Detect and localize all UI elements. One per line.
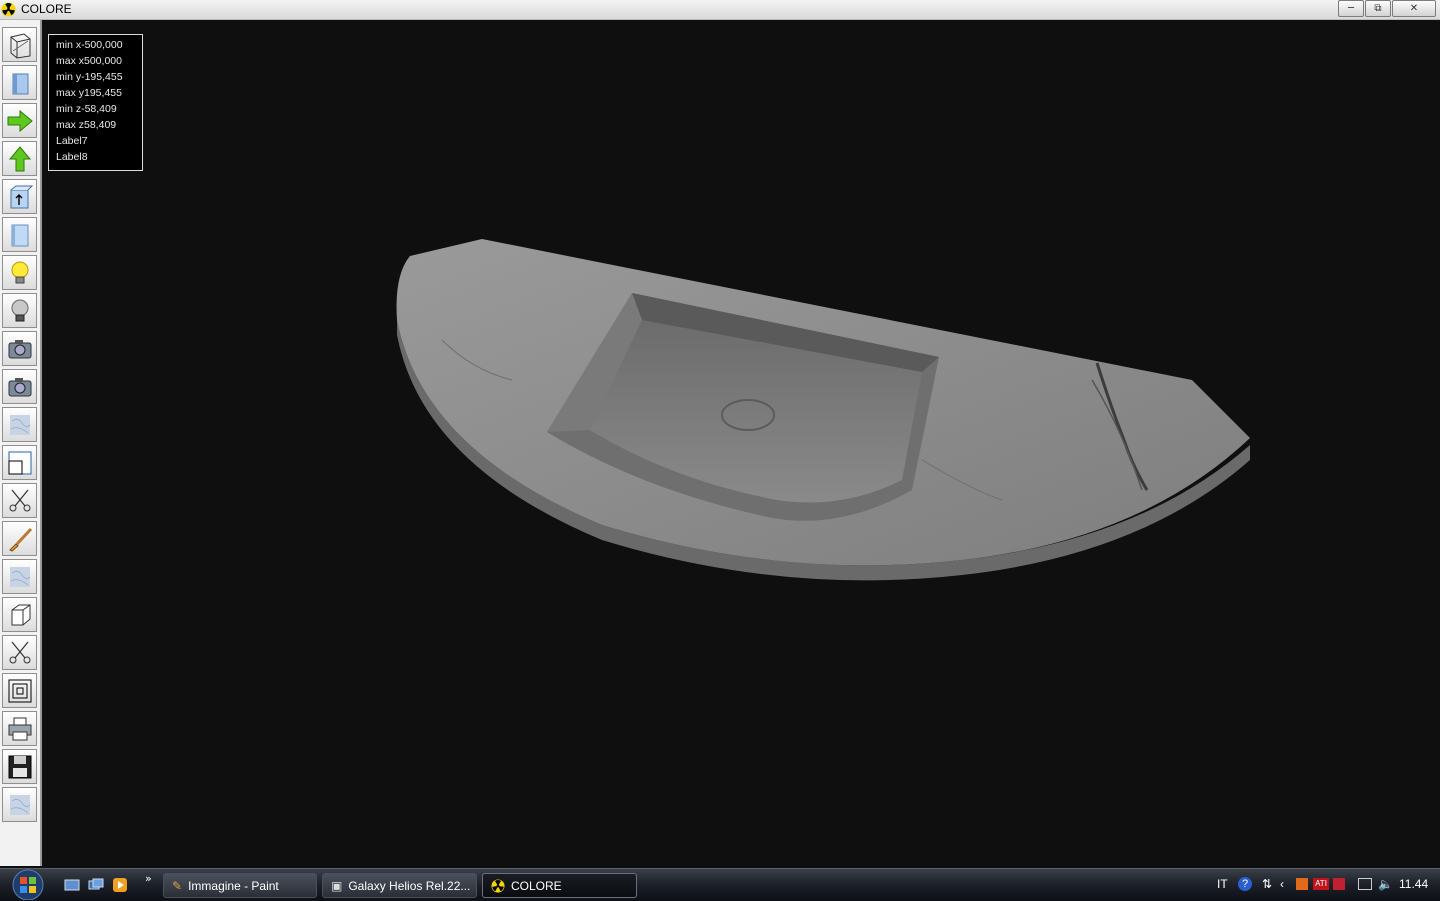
scissors-icon [9, 489, 30, 511]
marble-texture-icon [9, 414, 30, 435]
task-label: Galaxy Helios Rel.22... [348, 878, 471, 893]
bounds-line: min x-500,000 [56, 39, 123, 51]
task-paint[interactable]: ✎ Immagine - Paint [163, 873, 317, 898]
concentric-squares-icon [8, 679, 31, 702]
bounds-line: min z-58,409 [56, 103, 117, 115]
cube-icon [11, 604, 30, 625]
title-bar: COLORE ─ ⧉ ✕ [0, 0, 1440, 20]
tool-lightbulb-on-button[interactable] [2, 255, 37, 290]
floppy-disk-icon [8, 755, 31, 778]
display-icon[interactable] [1358, 874, 1372, 894]
tool-brush-button[interactable] [2, 521, 37, 556]
resize-box-icon [8, 451, 31, 474]
tool-camera-button[interactable] [2, 331, 37, 366]
restore-icon: ⧉ [1374, 3, 1382, 14]
camera-icon [8, 339, 31, 358]
tool-glass-panel-button[interactable] [2, 217, 37, 252]
media-player-icon[interactable] [112, 877, 128, 893]
glass-panel-icon [11, 224, 28, 246]
quicklaunch-overflow[interactable]: » [145, 872, 152, 885]
camera-icon [8, 377, 31, 396]
language-indicator[interactable]: IT [1217, 874, 1228, 894]
radiation-icon [491, 878, 505, 893]
volume-icon[interactable]: 🔈 [1378, 874, 1393, 894]
tool-arrow-up-green-button[interactable] [2, 141, 37, 176]
tool-concentric-squares-button[interactable] [2, 673, 37, 708]
tool-arrow-right-green-button[interactable] [2, 103, 37, 138]
lightbulb-off-icon [11, 299, 28, 321]
printer-icon [8, 717, 31, 740]
tray-expand-icon[interactable]: ‹ [1280, 874, 1284, 894]
tool-scissors-button[interactable] [2, 635, 37, 670]
tool-box-arrow-up-button[interactable] [2, 179, 37, 214]
scissors-icon [9, 641, 30, 663]
tool-lightbulb-off-button[interactable] [2, 293, 37, 328]
help-icon[interactable]: ? [1238, 874, 1252, 894]
close-icon: ✕ [1409, 3, 1419, 14]
bounds-line: max x500,000 [56, 55, 122, 67]
show-desktop-icon[interactable] [64, 877, 80, 893]
bounds-line: max z58,409 [56, 119, 117, 131]
solid-panel-icon [12, 73, 28, 94]
marble-sink-model [396, 239, 1250, 581]
minimize-icon: ─ [1347, 3, 1355, 14]
bounds-line: max y195,455 [56, 87, 122, 99]
tray-app-icon[interactable] [1296, 874, 1308, 894]
window-title: COLORE [21, 2, 72, 16]
tool-floppy-disk-button[interactable] [2, 749, 37, 784]
start-button[interactable] [8, 869, 48, 900]
radiation-icon [1, 2, 16, 17]
brush-icon [8, 527, 32, 552]
clock[interactable]: 11.44 [1399, 874, 1428, 894]
arrow-right-green-icon [7, 109, 33, 132]
ati-icon[interactable]: ATI [1313, 874, 1329, 894]
tool-cube-button[interactable] [2, 597, 37, 632]
restore-button[interactable]: ⧉ [1365, 0, 1391, 17]
bounds-line: min y-195,455 [56, 71, 123, 83]
marble-texture-icon [9, 566, 30, 587]
bounds-info-panel: min x-500,000 max x500,000 min y-195,455 ma… [48, 34, 143, 171]
box-arrow-up-icon [10, 185, 33, 208]
tool-solid-panel-button[interactable] [2, 65, 37, 100]
arrow-up-green-icon [8, 145, 31, 171]
paint-icon: ✎ [172, 878, 183, 893]
tool-marble-texture-button[interactable] [2, 787, 37, 822]
network-icon[interactable]: ⇅ [1262, 874, 1272, 894]
task-label: Immagine - Paint [188, 878, 279, 893]
tool-wireframe-box-button[interactable] [2, 27, 37, 62]
lightbulb-on-icon [11, 261, 28, 283]
bounds-line: Label7 [56, 135, 88, 147]
task-colore[interactable]: COLORE [482, 873, 637, 898]
security-icon[interactable] [1333, 874, 1345, 894]
task-galaxy-helios[interactable]: ▣ Galaxy Helios Rel.22... [322, 873, 477, 898]
3d-viewport[interactable] [42, 20, 1440, 866]
minimize-button[interactable]: ─ [1338, 0, 1364, 17]
tool-resize-box-button[interactable] [2, 445, 37, 480]
tool-camera-button[interactable] [2, 369, 37, 404]
wireframe-box-icon [10, 32, 30, 59]
tool-marble-texture-button[interactable] [2, 559, 37, 594]
tool-palette [0, 20, 42, 866]
tool-scissors-button[interactable] [2, 483, 37, 518]
close-button[interactable]: ✕ [1392, 0, 1436, 17]
marble-texture-icon [9, 794, 30, 815]
tool-marble-texture-button[interactable] [2, 407, 37, 442]
tool-printer-button[interactable] [2, 711, 37, 746]
task-label: COLORE [511, 878, 562, 893]
switch-windows-icon[interactable] [88, 877, 104, 893]
bounds-line: Label8 [56, 151, 88, 163]
folder-app-icon: ▣ [331, 878, 343, 893]
